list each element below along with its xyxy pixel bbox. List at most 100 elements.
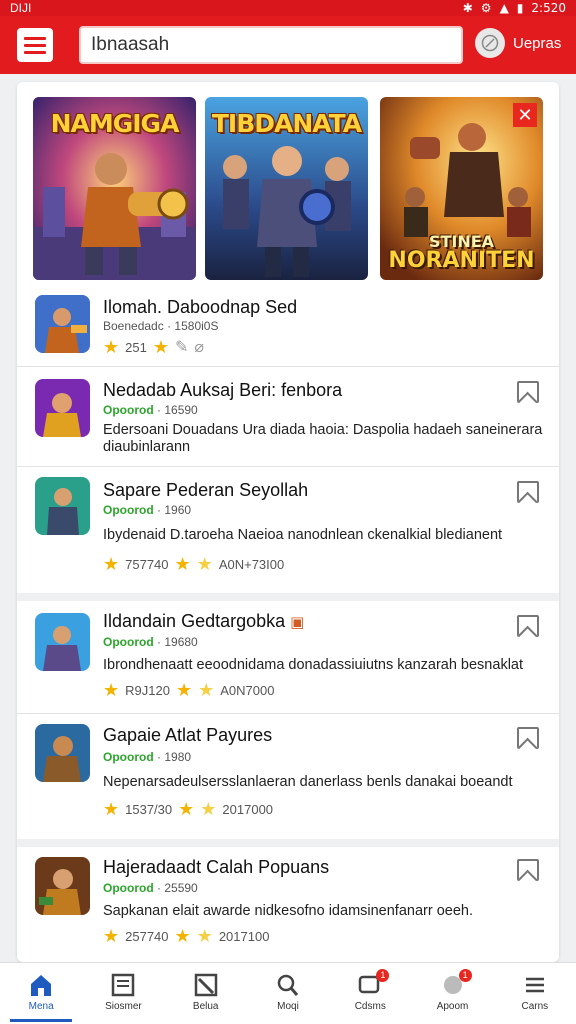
app-description: Edersoani Douadans Ura diada haoia: Dasp… [103,422,543,456]
list-item[interactable]: Hajeradaadt Calah Popuans Opoorod · 2559… [17,847,559,962]
star-icon: ★ [196,926,213,946]
status-icons: ✱ ⚙ ▲ ▮ 2:520 [463,1,566,15]
bluetooth-icon: ✱ [462,1,473,15]
list-item[interactable]: Nedadab Auksaj Beri: fenbora Opoorod · 1… [17,367,559,467]
menu-button[interactable] [17,28,53,62]
nav-edit[interactable]: Belua [165,963,247,1024]
list-item[interactable]: Gapaie Atlat Payures Opoorod · 1980 Nepe… [17,714,559,839]
signal-icon: ▲ [499,1,509,15]
nav-chat[interactable]: 1 Cdsms [329,963,411,1024]
star-icon: ★ [178,799,195,819]
publisher: Opoorod [103,403,154,417]
search-input[interactable]: Ibnaasah [79,26,463,64]
description-line: diaubinlarann [103,439,191,455]
menu-icon-line [24,50,46,54]
app-subtitle: Opoorod · 25590 [103,881,198,895]
banner-3-title: STINEA NORANITEN [380,234,543,272]
app-thumbnail [35,613,90,671]
app-thumbnail [35,857,90,915]
publisher: Opoorod [103,503,154,517]
game-art-icon [35,857,90,915]
app-description: Sapkanan elait awarde nidkesofno idamsin… [103,903,543,920]
star-icon: ★ [174,554,191,574]
app-subtitle: Opoorod · 1980 [103,750,191,764]
banner-2[interactable]: TIBDANATA [205,97,368,280]
nav-home[interactable]: Mena [0,963,82,1024]
share-icon[interactable]: ✎ [175,337,188,357]
app-subtitle: Opoorod · 16590 [103,403,198,417]
banner-close-button[interactable]: ✕ [513,103,537,127]
app-description: Ibydenaid D.taroeha Naeioa nanodnlean ck… [103,527,543,544]
bookmark-button[interactable] [517,727,539,749]
download-count: 19680 [164,635,198,649]
star-icon: ★ [198,680,215,700]
download-count: 25590 [164,881,198,895]
list-item[interactable]: Sapare Pederan Seyollah Opoorod · 1960 I… [17,467,559,593]
bookmark-button[interactable] [517,381,539,403]
description-line: Ibydenaid D.taroeha Naeioa nanodnlean ck… [103,527,503,543]
nav-list[interactable]: Carns [494,963,576,1024]
app-description: Nepenarsadeulsersslanlaeran danerlass be… [103,774,543,791]
description-line: Sapkanan elait awarde nidkesofno idamsin… [103,903,473,919]
list-item[interactable]: Ildandain Gedtargobka ▣ Opoorod · 19680 … [17,601,559,714]
search-icon [277,974,299,996]
banner-3[interactable]: ✕ STINEA NORANITEN [380,97,543,280]
rating-row: ★ R9J120 ★ ★ A0N7000 [103,681,274,699]
bookmark-button[interactable] [517,859,539,881]
game-art-icon [35,613,90,671]
app-bar: Ibnaasah Uepras [0,16,576,74]
nav-label: Mena [28,1001,54,1012]
app-thumbnail [35,477,90,535]
app-name: Nedadab Auksaj Beri: fenbora [103,380,343,400]
star-icon: ★ [174,926,191,946]
star-icon: ★ [103,926,120,946]
star-icon: ★ [175,680,193,700]
banner-2-title: TIBDANATA [211,109,362,138]
rating-value: 757740 [125,556,169,572]
game-art-icon [35,379,90,437]
list-item[interactable]: Ilomah. Daboodnap Sed Boenedadc · 1580i0… [17,285,559,367]
bottom-navigation: Mena Siosmer Belua Moqi 1 Cdsms 1 Apoom … [0,962,576,1024]
attach-icon[interactable]: ⌀ [194,337,204,357]
nav-profile[interactable]: 1 Apoom [411,963,493,1024]
bookmark-button[interactable] [517,615,539,637]
list-icon [525,977,544,993]
app-name-text: Ildandain Gedtargobka [103,611,286,631]
banner-carousel: NAMGIGA TIBDANATA ✕ STINEA NORANITEN [33,97,545,281]
description-line: Nepenarsadeulsersslanlaeran danerlass be… [103,774,513,790]
download-count: 1580i0S [174,319,219,333]
battery-icon: ▮ [516,1,524,15]
publisher: Opoorod [103,750,154,764]
document-icon [112,973,135,997]
rating-row: ★ 757740 ★ ★ A0N+73I00 [103,555,284,573]
home-icon [31,975,52,996]
account-button[interactable]: Uepras [475,28,561,58]
notification-badge: 1 [458,969,472,982]
description-line: Edersoani Douadans Ura diada haoia: Dasp… [103,422,543,438]
banner-1-title: NAMGIGA [50,109,180,138]
publisher: Opoorod [103,635,154,649]
search-value: Ibnaasah [91,34,170,55]
rating-row: ★ 1537/30 ★ ★ 2017000 [103,800,273,818]
edit-icon [194,973,217,997]
rating-value: 1537/30 [125,801,173,817]
game-art-icon [35,724,90,782]
nav-label: Moqi [277,1001,299,1012]
menu-icon-line [24,43,46,47]
nav-search[interactable]: Moqi [247,963,329,1024]
banner-1[interactable]: NAMGIGA [33,97,196,280]
download-count: 1960 [164,503,192,517]
extra-value: A0N+73I00 [218,556,285,572]
account-label: Uepras [513,34,562,52]
app-name: Gapaie Atlat Payures [103,725,273,745]
app-subtitle: Opoorod · 19680 [103,635,198,649]
status-carrier: DIJI [10,1,32,15]
banner-3-title-line2: NORANITEN [388,248,535,273]
bookmark-button[interactable] [517,481,539,503]
star-icon: ★ [103,337,120,357]
app-subtitle: Opoorod · 1960 [103,503,191,517]
nav-documents[interactable]: Siosmer [82,963,164,1024]
rating-value: R9J120 [125,682,170,698]
app-thumbnail [35,379,90,437]
avatar [475,28,505,58]
